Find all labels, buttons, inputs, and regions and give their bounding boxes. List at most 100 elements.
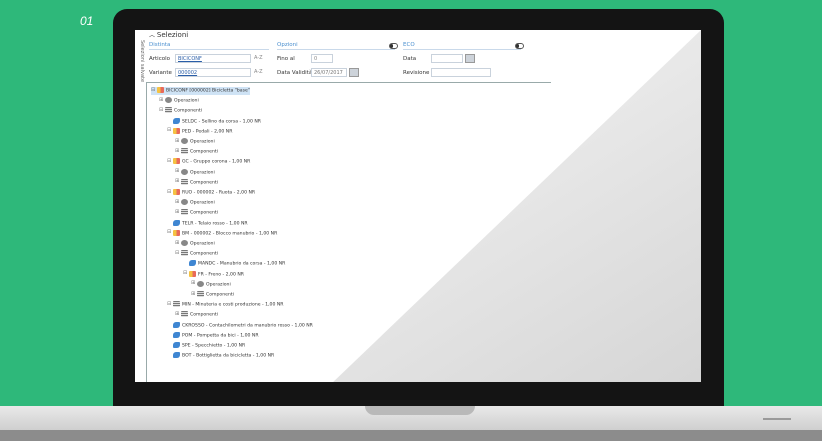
- tree-node[interactable]: ⊞ Operazioni: [175, 199, 215, 207]
- tree-node-label: RUO - 000002 - Ruota - 2,00 NR: [182, 190, 256, 196]
- tree-node-label: BOT - Bottiglietta da bicicletta - 1,00 …: [182, 353, 275, 359]
- tree-node[interactable]: POM - Pompetta da bici - 1,00 NR: [167, 331, 259, 340]
- section-eco: ECO: [403, 42, 415, 48]
- expander-icon[interactable]: ⊞: [175, 138, 180, 144]
- expander-icon[interactable]: ⊟: [175, 250, 180, 256]
- eco-toggle[interactable]: [515, 43, 524, 49]
- tree-node[interactable]: ⊞ Operazioni: [175, 240, 215, 248]
- fino-al-field[interactable]: 0: [311, 54, 333, 63]
- tree-node-label: MIN - Minuteria e costi produzione - 1,0…: [182, 302, 284, 308]
- expander-icon[interactable]: ⊞: [175, 209, 180, 215]
- expander-icon[interactable]: ⊟: [167, 189, 172, 195]
- tree-node[interactable]: ⊞ Componenti: [191, 291, 234, 299]
- expander-icon[interactable]: [167, 343, 172, 348]
- az-sort-icon[interactable]: A-Z: [254, 69, 263, 75]
- tree-node-label: BM - 000002 - Blocco manubrio - 1,00 NR: [182, 231, 278, 237]
- tree-node[interactable]: ⊞ Operazioni: [191, 280, 231, 289]
- data-field[interactable]: [431, 54, 463, 63]
- data-validita-label: Data Validità: [277, 70, 313, 76]
- tree-node[interactable]: BOT - Bottiglietta da bicicletta - 1,00 …: [167, 352, 274, 360]
- expander-icon[interactable]: ⊟: [167, 158, 172, 164]
- gear-icon: [181, 138, 188, 144]
- tree-node[interactable]: ⊟ BM - 000002 - Blocco manubrio - 1,00 NR: [167, 229, 278, 238]
- divider: [277, 49, 395, 50]
- expander-icon[interactable]: ⊞: [175, 199, 180, 205]
- comp-icon: [181, 209, 188, 216]
- opzioni-toggle[interactable]: [389, 43, 398, 49]
- calendar-icon[interactable]: [465, 54, 475, 63]
- gear-icon: [181, 199, 188, 206]
- tree-node[interactable]: MANDC - Manubrio da corsa - 1,00 NR: [183, 260, 285, 268]
- tree-node[interactable]: CKROSSO - Contachilometri da manubrio ro…: [167, 321, 313, 330]
- revisione-label: Revisione: [403, 70, 430, 76]
- expander-icon[interactable]: [183, 261, 188, 266]
- expander-icon[interactable]: ⊞: [175, 169, 180, 174]
- expander-icon[interactable]: ⊟: [167, 301, 172, 307]
- tree-node[interactable]: ⊞ Componenti: [175, 178, 218, 187]
- expander-icon[interactable]: ⊞: [175, 179, 180, 184]
- gear-icon: [181, 168, 188, 175]
- part-icon: [173, 352, 180, 359]
- tree-node[interactable]: ⊟ Componenti: [159, 107, 202, 115]
- tree-node[interactable]: ⊞ Operazioni: [175, 168, 215, 177]
- tree-node-label: TELR - Telaio rosso - 1,00 NR: [182, 221, 248, 227]
- tree-node-label: Componenti: [190, 180, 218, 186]
- tree-node[interactable]: TELR - Telaio rosso - 1,00 NR: [167, 219, 248, 228]
- panel-title[interactable]: ︿ Selezioni: [149, 30, 188, 39]
- expander-icon[interactable]: ⊟: [159, 107, 164, 113]
- expander-icon[interactable]: [167, 220, 172, 225]
- tree-node[interactable]: ⊟ FR - Freno - 2,00 NR: [183, 270, 244, 279]
- tree-node[interactable]: ⊞ Componenti: [175, 311, 218, 319]
- saved-selections-tab[interactable]: Selezioni salvate: [136, 40, 145, 120]
- articolo-field[interactable]: BICICONF: [175, 54, 251, 63]
- data-label: Data: [403, 56, 417, 62]
- tree-node-label: PED - Pedali - 2,00 NR: [182, 129, 233, 135]
- expander-icon[interactable]: ⊞: [175, 311, 180, 317]
- comp-icon: [181, 311, 188, 318]
- tree-node[interactable]: SELDC - Sellino da corsa - 1,00 NR: [167, 117, 261, 126]
- tree-node[interactable]: ⊞ Operazioni: [159, 97, 199, 105]
- part-icon: [173, 219, 180, 226]
- tree-node-label: Operazioni: [206, 282, 231, 288]
- tree-node[interactable]: ⊞ Componenti: [175, 209, 218, 217]
- slide-number: 01: [80, 14, 94, 28]
- tree-node-label: POM - Pompetta da bici - 1,00 NR: [182, 333, 259, 339]
- expander-icon[interactable]: ⊟: [167, 128, 172, 133]
- data-validita-field[interactable]: 26/07/2017: [311, 68, 347, 77]
- expander-icon[interactable]: ⊞: [191, 281, 196, 286]
- expander-icon[interactable]: ⊞: [175, 240, 180, 246]
- comp-icon: [173, 301, 180, 308]
- expander-icon[interactable]: [167, 332, 172, 337]
- tree-node[interactable]: SPE - Specchietto - 1,00 NR: [167, 342, 245, 350]
- tree-node-label: GC - Gruppo corona - 1,00 NR: [182, 159, 251, 165]
- az-sort-icon[interactable]: A-Z: [254, 55, 263, 61]
- bom-icon: [173, 189, 180, 195]
- expander-icon[interactable]: [167, 353, 172, 358]
- expander-icon[interactable]: [167, 322, 172, 327]
- gear-icon: [165, 97, 172, 104]
- variante-field[interactable]: 000002: [175, 68, 251, 77]
- expander-icon[interactable]: [167, 118, 172, 123]
- revisione-select[interactable]: [431, 68, 491, 77]
- part-icon: [189, 260, 196, 267]
- bom-icon: [173, 127, 180, 134]
- tree-node[interactable]: ⊟ RUO - 000002 - Ruota - 2,00 NR: [167, 189, 255, 197]
- tree-node-label: MANDC - Manubrio da corsa - 1,00 NR: [198, 261, 286, 267]
- calendar-icon[interactable]: [349, 68, 359, 77]
- expander-icon[interactable]: ⊟: [183, 271, 188, 276]
- tree-node[interactable]: ⊟ PED - Pedali - 2,00 NR: [167, 127, 233, 136]
- tree-node[interactable]: ⊟ MIN - Minuteria e costi produzione - 1,…: [167, 301, 284, 309]
- expander-icon[interactable]: ⊟: [167, 230, 172, 235]
- tree-node[interactable]: ⊟ Componenti: [175, 250, 218, 258]
- expander-icon[interactable]: ⊞: [159, 97, 164, 103]
- tree-node[interactable]: ⊞ Componenti: [175, 148, 218, 156]
- tree-node-label: Operazioni: [190, 200, 215, 206]
- tree-node[interactable]: ⊞ Operazioni: [175, 138, 215, 146]
- tree-node-label: Operazioni: [174, 98, 199, 104]
- expander-icon[interactable]: ⊟: [151, 87, 156, 93]
- expander-icon[interactable]: ⊞: [191, 291, 196, 297]
- tree-node[interactable]: ⊟ BICICONF [000002] Bicicletta "base": [151, 87, 250, 95]
- tree-node[interactable]: ⊟ GC - Gruppo corona - 1,00 NR: [167, 158, 250, 166]
- part-icon: [173, 321, 180, 328]
- expander-icon[interactable]: ⊞: [175, 148, 180, 154]
